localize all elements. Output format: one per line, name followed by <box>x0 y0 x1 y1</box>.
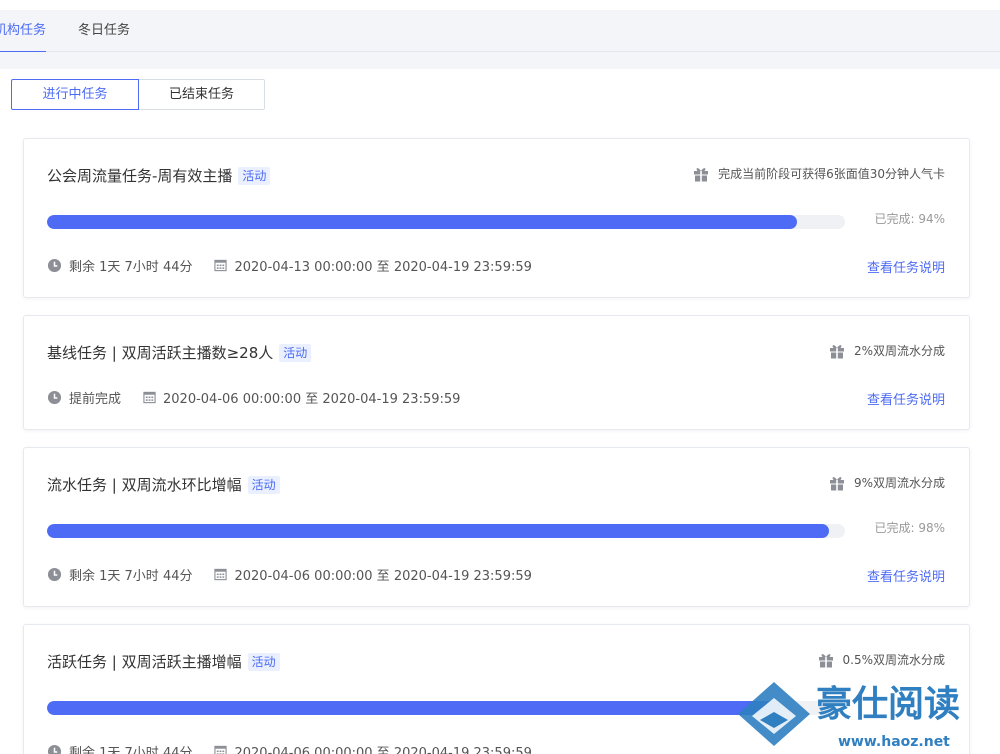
segment-ended[interactable]: 已结束任务 <box>138 79 265 110</box>
progress-bar <box>47 701 845 715</box>
tab-bar: 机构任务 冬日任务 <box>0 10 1000 53</box>
task-period: 2020-04-13 00:00:00 至 2020-04-19 23:59:5… <box>234 260 532 275</box>
gift-icon <box>829 476 844 490</box>
view-task-details-link[interactable]: 查看任务说明 <box>867 389 945 408</box>
task-reward: 9%双周流水分成 <box>829 474 945 491</box>
task-card: 基线任务 | 双周活跃主播数≥28人 活动 2%双周流水分成 提前完成 2020-… <box>23 315 970 430</box>
view-task-details-link[interactable]: 查看任务说明 <box>867 566 945 585</box>
task-period: 2020-04-06 00:00:00 至 2020-04-19 23:59:5… <box>163 392 461 407</box>
task-title-text: 活跃任务 | 双周活跃主播增幅 <box>47 653 242 671</box>
task-title: 活跃任务 | 双周活跃主播增幅 活动 <box>47 651 280 672</box>
progress-fill <box>47 215 798 229</box>
task-reward-text: 0.5%双周流水分成 <box>842 653 946 667</box>
view-task-details-link[interactable]: 查看任务说明 <box>867 257 945 276</box>
remaining-time: 剩余 1天 7小时 44分 <box>69 569 193 584</box>
remaining-time: 剩余 1天 7小时 44分 <box>69 746 193 754</box>
calendar-icon <box>143 391 156 404</box>
clock-icon <box>47 744 62 754</box>
task-period: 2020-04-06 00:00:00 至 2020-04-19 23:59:5… <box>234 569 532 584</box>
task-title-text: 公会周流量任务-周有效主播 <box>47 167 233 185</box>
activity-tag: 活动 <box>279 344 312 362</box>
tab-org-tasks[interactable]: 机构任务 <box>0 10 47 53</box>
task-reward: 0.5%双周流水分成 <box>818 651 946 668</box>
task-reward-text: 2%双周流水分成 <box>853 344 945 358</box>
watermark: 豪仕阅读 www.haoz.net <box>738 676 1000 754</box>
top-strip <box>0 0 1000 10</box>
progress-fill <box>47 524 830 538</box>
task-reward: 2%双周流水分成 <box>829 342 945 359</box>
calendar-icon <box>214 568 228 581</box>
task-title: 公会周流量任务-周有效主播 活动 <box>47 165 271 186</box>
calendar-icon <box>214 259 228 272</box>
tab-bar-spacer <box>0 52 1000 69</box>
gift-icon <box>694 167 709 181</box>
segment-in-progress[interactable]: 进行中任务 <box>11 79 139 110</box>
activity-tag: 活动 <box>238 167 271 185</box>
calendar-icon <box>214 745 228 754</box>
watermark-title: 豪仕阅读 <box>816 684 960 725</box>
clock-icon <box>47 390 62 405</box>
watermark-url: www.haoz.net <box>838 734 950 750</box>
progress-fill <box>47 701 782 715</box>
task-title: 基线任务 | 双周活跃主播数≥28人 活动 <box>47 342 312 363</box>
task-status: 提前完成 <box>69 392 122 407</box>
gift-icon <box>818 653 833 667</box>
task-card: 流水任务 | 双周流水环比增幅 活动 9%双周流水分成 已完成: 98% 剩余 1… <box>23 447 970 607</box>
progress-label: 已完成: 98% <box>874 521 945 535</box>
remaining-time: 剩余 1天 7小时 44分 <box>69 260 193 275</box>
watermark-logo: 豪仕阅读 www.haoz.net <box>738 682 960 750</box>
progress-bar <box>47 215 845 229</box>
progress-bar <box>47 524 845 538</box>
progress-label: 已完成: 94% <box>874 212 945 226</box>
task-period: 2020-04-06 00:00:00 至 2020-04-19 23:59:5… <box>234 746 532 754</box>
tab-winter-tasks[interactable]: 冬日任务 <box>78 10 130 52</box>
task-reward: 完成当前阶段可获得6张面值30分钟人气卡 <box>693 165 945 182</box>
gift-icon <box>829 344 844 358</box>
task-reward-text: 9%双周流水分成 <box>853 476 945 490</box>
task-card: 公会周流量任务-周有效主播 活动 完成当前阶段可获得6张面值30分钟人气卡 已完成… <box>23 138 970 298</box>
task-reward-text: 完成当前阶段可获得6张面值30分钟人气卡 <box>718 167 945 181</box>
task-meta: 剩余 1天 7小时 44分 2020-04-06 00:00:00 至 2020… <box>47 565 532 584</box>
task-title-text: 基线任务 | 双周活跃主播数≥28人 <box>47 344 274 362</box>
activity-tag: 活动 <box>247 476 280 494</box>
clock-icon <box>47 567 62 582</box>
task-meta: 提前完成 2020-04-06 00:00:00 至 2020-04-19 23… <box>47 388 460 407</box>
task-title-text: 流水任务 | 双周流水环比增幅 <box>47 476 242 494</box>
task-title: 流水任务 | 双周流水环比增幅 活动 <box>47 474 280 495</box>
task-meta: 剩余 1天 7小时 44分 2020-04-13 00:00:00 至 2020… <box>47 256 532 275</box>
clock-icon <box>47 258 62 273</box>
task-meta: 剩余 1天 7小时 44分 2020-04-06 00:00:00 至 2020… <box>47 742 532 754</box>
activity-tag: 活动 <box>247 653 280 671</box>
